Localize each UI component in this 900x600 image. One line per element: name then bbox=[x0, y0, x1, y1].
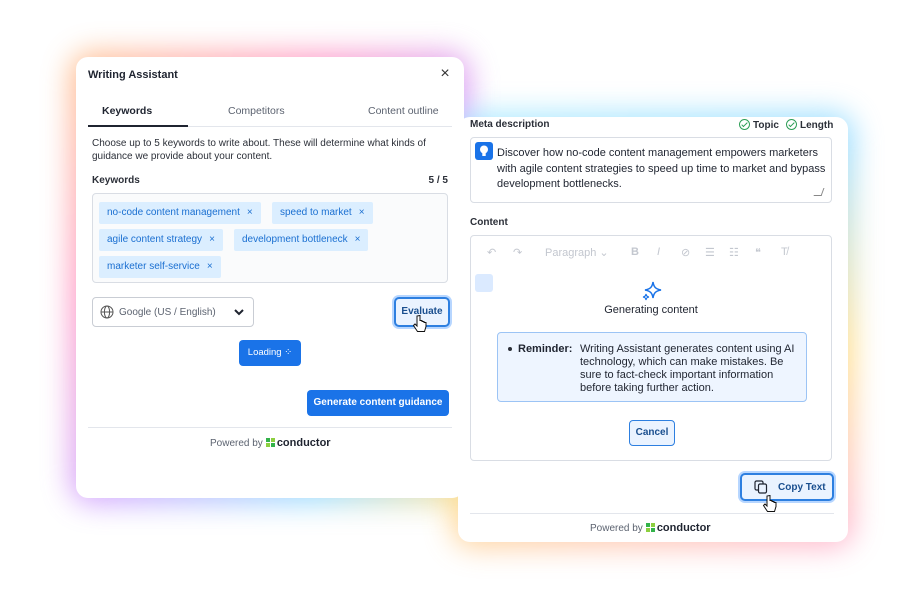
keyword-chip-label: development bottleneck bbox=[242, 234, 348, 245]
bullet-list-icon[interactable]: ☰ bbox=[705, 246, 715, 259]
copy-text-label: Copy Text bbox=[778, 482, 826, 493]
keywords-label: Keywords bbox=[92, 175, 140, 186]
clear-format-icon[interactable]: T̸ bbox=[781, 246, 788, 258]
numbered-list-icon[interactable]: ☷ bbox=[729, 246, 739, 259]
footer-divider bbox=[470, 513, 834, 514]
conductor-logo-icon bbox=[265, 438, 275, 447]
remove-icon[interactable]: × bbox=[247, 207, 253, 218]
generate-content-guidance-button[interactable]: Generate content guidance bbox=[307, 390, 449, 416]
panel-title: Writing Assistant bbox=[88, 69, 178, 81]
link-icon[interactable]: ⊘ bbox=[681, 246, 690, 259]
remove-icon[interactable]: × bbox=[207, 261, 213, 272]
keyword-chip-label: no-code content management bbox=[107, 207, 240, 218]
keywords-intro-text: Choose up to 5 keywords to write about. … bbox=[92, 138, 426, 162]
sparkle-icon bbox=[642, 281, 662, 301]
keyword-chip[interactable]: development bottleneck × bbox=[234, 229, 369, 251]
content-editor-panel: Meta description Topic Length Discover h… bbox=[458, 117, 848, 542]
editor-toolbar: ↶ ↷ Paragraph ⌄ B I ⊘ ☰ ☷ ❝ T̸ bbox=[471, 236, 831, 268]
meta-description-field[interactable]: Discover how no-code content management … bbox=[470, 137, 832, 203]
copy-text-button[interactable]: Copy Text bbox=[740, 473, 834, 501]
check-circle-icon bbox=[786, 119, 797, 130]
keywords-count: 5 / 5 bbox=[428, 175, 448, 186]
content-editor[interactable]: ↶ ↷ Paragraph ⌄ B I ⊘ ☰ ☷ ❝ T̸ Generatin… bbox=[470, 235, 832, 461]
italic-icon[interactable]: I bbox=[657, 246, 660, 258]
powered-by-text: Powered by bbox=[210, 438, 263, 449]
chevron-down-icon bbox=[234, 309, 244, 316]
search-engine-value: Google (US / English) bbox=[119, 307, 216, 318]
ai-reminder-notice: Reminder: Writing Assistant generates co… bbox=[497, 332, 807, 402]
powered-by-text: Powered by bbox=[590, 523, 643, 534]
topic-badge-label: Topic bbox=[753, 120, 779, 131]
copy-icon bbox=[754, 480, 768, 494]
globe-icon bbox=[100, 305, 114, 319]
loading-button[interactable]: Loading ⁘ bbox=[239, 340, 301, 366]
meta-description-text: Discover how no-code content management … bbox=[497, 147, 826, 190]
reminder-text: Writing Assistant generates content usin… bbox=[580, 343, 795, 394]
content-label: Content bbox=[470, 217, 508, 228]
length-badge-label: Length bbox=[800, 120, 834, 131]
powered-by-footer: Powered by conductor bbox=[210, 437, 331, 449]
meta-description-label: Meta description bbox=[470, 119, 550, 130]
check-circle-icon bbox=[739, 119, 750, 130]
bullet-dot bbox=[508, 347, 512, 351]
search-engine-select[interactable]: Google (US / English) bbox=[92, 297, 254, 327]
remove-icon[interactable]: × bbox=[355, 234, 361, 245]
tab-content-outline[interactable]: Content outline bbox=[368, 105, 439, 117]
conductor-logo-icon bbox=[645, 523, 655, 532]
bold-icon[interactable]: B bbox=[631, 246, 639, 258]
tab-keywords[interactable]: Keywords bbox=[102, 105, 152, 117]
tab-competitors[interactable]: Competitors bbox=[228, 105, 285, 117]
footer-divider bbox=[88, 427, 452, 428]
powered-by-footer: Powered by conductor bbox=[590, 522, 711, 534]
hand-cursor-icon bbox=[412, 315, 427, 332]
tab-bar: Keywords Competitors Content outline bbox=[88, 99, 452, 127]
length-badge: Length bbox=[786, 119, 833, 131]
redo-icon[interactable]: ↷ bbox=[513, 246, 522, 259]
active-tab-indicator bbox=[88, 125, 188, 127]
quote-icon[interactable]: ❝ bbox=[755, 246, 761, 259]
paragraph-style-select[interactable]: Paragraph ⌄ bbox=[545, 246, 609, 259]
remove-icon[interactable]: × bbox=[359, 207, 365, 218]
close-icon[interactable]: × bbox=[436, 65, 454, 83]
brand-name: conductor bbox=[276, 437, 331, 449]
writing-assistant-panel: Writing Assistant × Keywords Competitors… bbox=[76, 57, 464, 498]
lightbulb-icon[interactable] bbox=[475, 142, 493, 160]
remove-icon[interactable]: × bbox=[209, 234, 215, 245]
reminder-label: Reminder: bbox=[518, 343, 573, 355]
hand-cursor-icon bbox=[762, 495, 777, 512]
lightbulb-icon[interactable] bbox=[475, 274, 493, 292]
panel-header: Writing Assistant × bbox=[76, 57, 464, 93]
keyword-chip[interactable]: agile content strategy × bbox=[99, 229, 223, 251]
brand-name: conductor bbox=[656, 522, 711, 534]
keyword-chip-label: agile content strategy bbox=[107, 234, 203, 245]
generating-content-status: Generating content bbox=[604, 304, 698, 316]
keyword-chip[interactable]: speed to market × bbox=[272, 202, 373, 224]
cancel-button[interactable]: Cancel bbox=[629, 420, 675, 446]
keyword-chip[interactable]: no-code content management × bbox=[99, 202, 261, 224]
keyword-chip[interactable]: marketer self-service × bbox=[99, 256, 221, 278]
resize-handle-icon[interactable] bbox=[813, 188, 825, 196]
keyword-chip-label: marketer self-service bbox=[107, 261, 200, 272]
keywords-input-box[interactable]: no-code content management × speed to mar… bbox=[92, 193, 448, 283]
keyword-chip-label: speed to market bbox=[280, 207, 352, 218]
undo-icon[interactable]: ↶ bbox=[487, 246, 496, 259]
topic-badge: Topic bbox=[739, 119, 779, 131]
